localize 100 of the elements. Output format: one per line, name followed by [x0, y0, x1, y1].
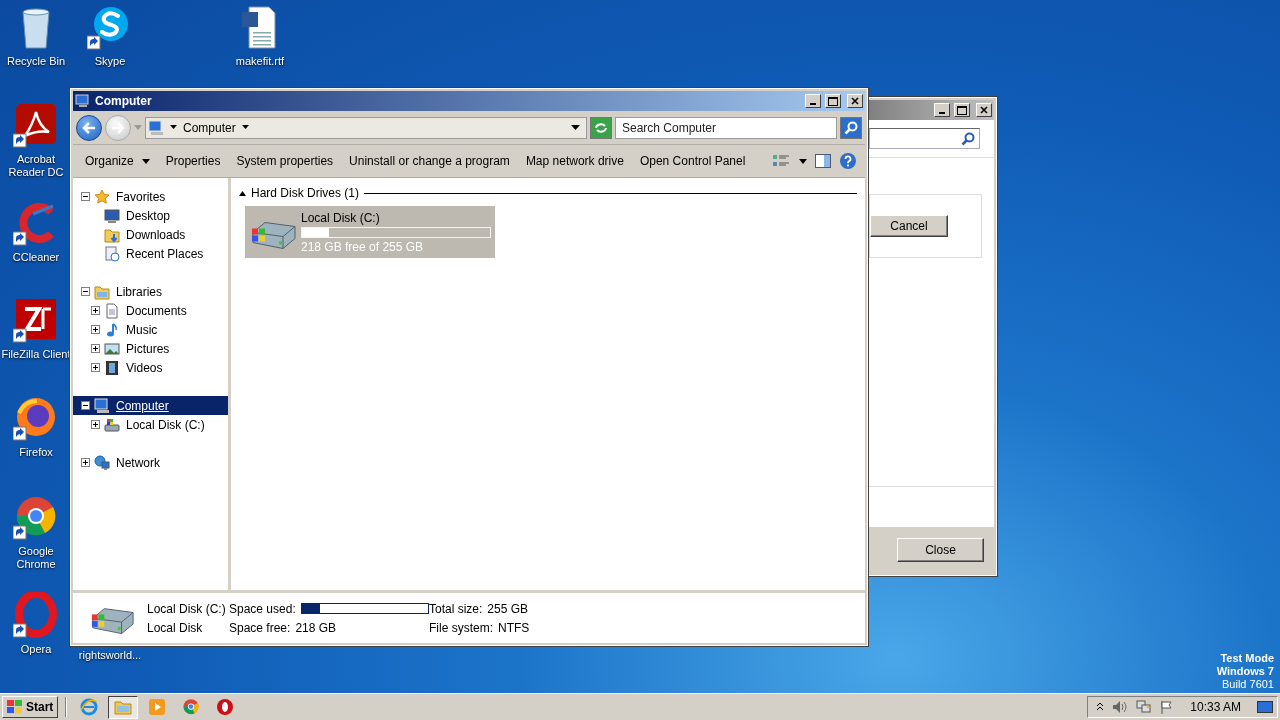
tree-item[interactable]: Libraries: [73, 282, 228, 301]
tree-item[interactable]: Local Disk (C:): [73, 415, 228, 434]
windows-logo-icon: [7, 700, 23, 714]
refresh-button[interactable]: [590, 116, 612, 139]
toolbar-button[interactable]: Uninstall or change a program: [341, 148, 518, 174]
taskbar-app-button[interactable]: [108, 695, 139, 719]
clock[interactable]: 10:33 AM: [1190, 700, 1241, 714]
tree-item[interactable]: Computer: [73, 396, 228, 415]
tree-item[interactable]: Documents: [73, 301, 228, 320]
folder-icon: [114, 699, 133, 715]
caret-icon: [799, 158, 807, 164]
watermark-text: Windows 7: [1216, 665, 1274, 678]
refresh-icon: [594, 121, 608, 134]
expand-icon[interactable]: [91, 344, 100, 353]
desktop-icon-label[interactable]: Opera: [20, 643, 52, 656]
chrome-icon: [182, 698, 201, 716]
arrow-right-icon: [111, 121, 125, 134]
start-button[interactable]: Start: [2, 696, 59, 718]
collapse-caret-icon[interactable]: [239, 190, 246, 196]
group-header[interactable]: Hard Disk Drives (1): [251, 186, 359, 200]
cancel-button[interactable]: Cancel: [870, 215, 948, 237]
tree-item[interactable]: Favorites: [73, 187, 228, 206]
chevron-up-icon[interactable]: [1096, 702, 1105, 712]
minimize-button[interactable]: [805, 94, 821, 108]
opera-app-icon[interactable]: [13, 592, 59, 638]
caret-icon: [241, 125, 249, 130]
desktop-icon-label[interactable]: CCleaner: [12, 251, 60, 264]
close-button[interactable]: Close: [897, 538, 984, 562]
drive-name: Local Disk (C:): [301, 211, 381, 225]
document-clock-icon: [104, 245, 120, 262]
collapse-icon[interactable]: [81, 401, 90, 410]
document-icon: [104, 302, 120, 319]
desktop-icon-label[interactable]: Google Chrome: [0, 545, 74, 571]
filezilla-app-icon[interactable]: [13, 297, 59, 343]
expand-icon[interactable]: [91, 363, 100, 372]
desktop-icon-label[interactable]: Firefox: [19, 446, 53, 459]
monitor-icon: [104, 207, 120, 224]
speaker-icon[interactable]: [1112, 700, 1129, 714]
toolbar-button[interactable]: System properties: [228, 148, 342, 174]
star-icon: [94, 188, 110, 205]
desktop-icon-label[interactable]: rightsworld...: [78, 649, 142, 662]
computer-icon: [94, 397, 110, 414]
tree-item[interactable]: Music: [73, 320, 228, 339]
acrobat-app-icon[interactable]: [13, 102, 59, 148]
search-icon: [844, 120, 858, 135]
detail-label: Total size:: [429, 601, 483, 616]
back-button[interactable]: [76, 114, 102, 141]
toolbar-button[interactable]: Map network drive: [517, 148, 632, 174]
search-field[interactable]: Search Computer: [615, 116, 837, 139]
toolbar-button[interactable]: Open Control Panel: [631, 148, 754, 174]
folder-icon: [104, 226, 120, 243]
view-list-icon: [773, 154, 791, 168]
close-button[interactable]: [976, 103, 992, 117]
detail-value: 218 GB: [295, 620, 337, 635]
address-bar[interactable]: Computer: [145, 116, 587, 139]
expand-icon[interactable]: [81, 458, 90, 467]
tree-item[interactable]: Desktop: [73, 206, 228, 225]
drive-free-space: 218 GB free of 255 GB: [301, 240, 425, 254]
expand-icon[interactable]: [91, 420, 100, 429]
search-button[interactable]: [840, 116, 862, 139]
tree-item[interactable]: Network: [73, 453, 228, 472]
computer-icon: [148, 119, 164, 136]
tree-item[interactable]: Pictures: [73, 339, 228, 358]
desktop-icon-label[interactable]: Acrobat Reader DC: [0, 153, 74, 179]
search-icon: [961, 131, 975, 146]
minimize-button[interactable]: [934, 103, 950, 117]
picture-icon: [104, 340, 120, 357]
collapse-icon[interactable]: [81, 287, 90, 296]
folder-icon: [94, 283, 110, 300]
desktop-icon-label[interactable]: FileZilla Client: [1, 348, 71, 361]
expand-icon[interactable]: [91, 325, 100, 334]
tree-item[interactable]: Recent Places: [73, 244, 228, 263]
window-title: Computer: [95, 94, 153, 108]
search-field[interactable]: [869, 128, 980, 149]
desktop-icon-label[interactable]: makefit.rtf: [235, 55, 285, 68]
close-button[interactable]: [847, 94, 863, 108]
toolbar-button[interactable]: Organize: [77, 148, 158, 174]
arrow-left-icon: [82, 121, 96, 134]
drive-tile[interactable]: Local Disk (C:) 218 GB free of 255 GB: [245, 206, 495, 258]
music-note-icon: [104, 321, 120, 338]
tree-item[interactable]: Downloads: [73, 225, 228, 244]
drive-type: Local Disk: [147, 620, 204, 635]
network-icon[interactable]: [1136, 700, 1153, 714]
maximize-button[interactable]: [954, 103, 970, 117]
caret-icon: [571, 124, 580, 131]
detail-label: Space used:: [229, 601, 296, 616]
tree-item[interactable]: Videos: [73, 358, 228, 377]
toolbar-button[interactable]: Properties: [157, 148, 229, 174]
collapse-icon[interactable]: [81, 192, 90, 201]
show-desktop-icon[interactable]: [1257, 701, 1273, 713]
maximize-button[interactable]: [825, 94, 841, 108]
flag-icon[interactable]: [1160, 700, 1175, 714]
desktop-icon-label[interactable]: Skype: [94, 55, 126, 68]
desktop-icon-label[interactable]: Recycle Bin: [6, 55, 66, 68]
browser-e-icon: [80, 698, 99, 716]
close-icon: [980, 106, 988, 114]
detail-value: 255 GB: [487, 601, 529, 616]
drive-icon: [104, 416, 120, 433]
expand-icon[interactable]: [91, 306, 100, 315]
watermark-text: Build 7601: [1222, 678, 1274, 691]
